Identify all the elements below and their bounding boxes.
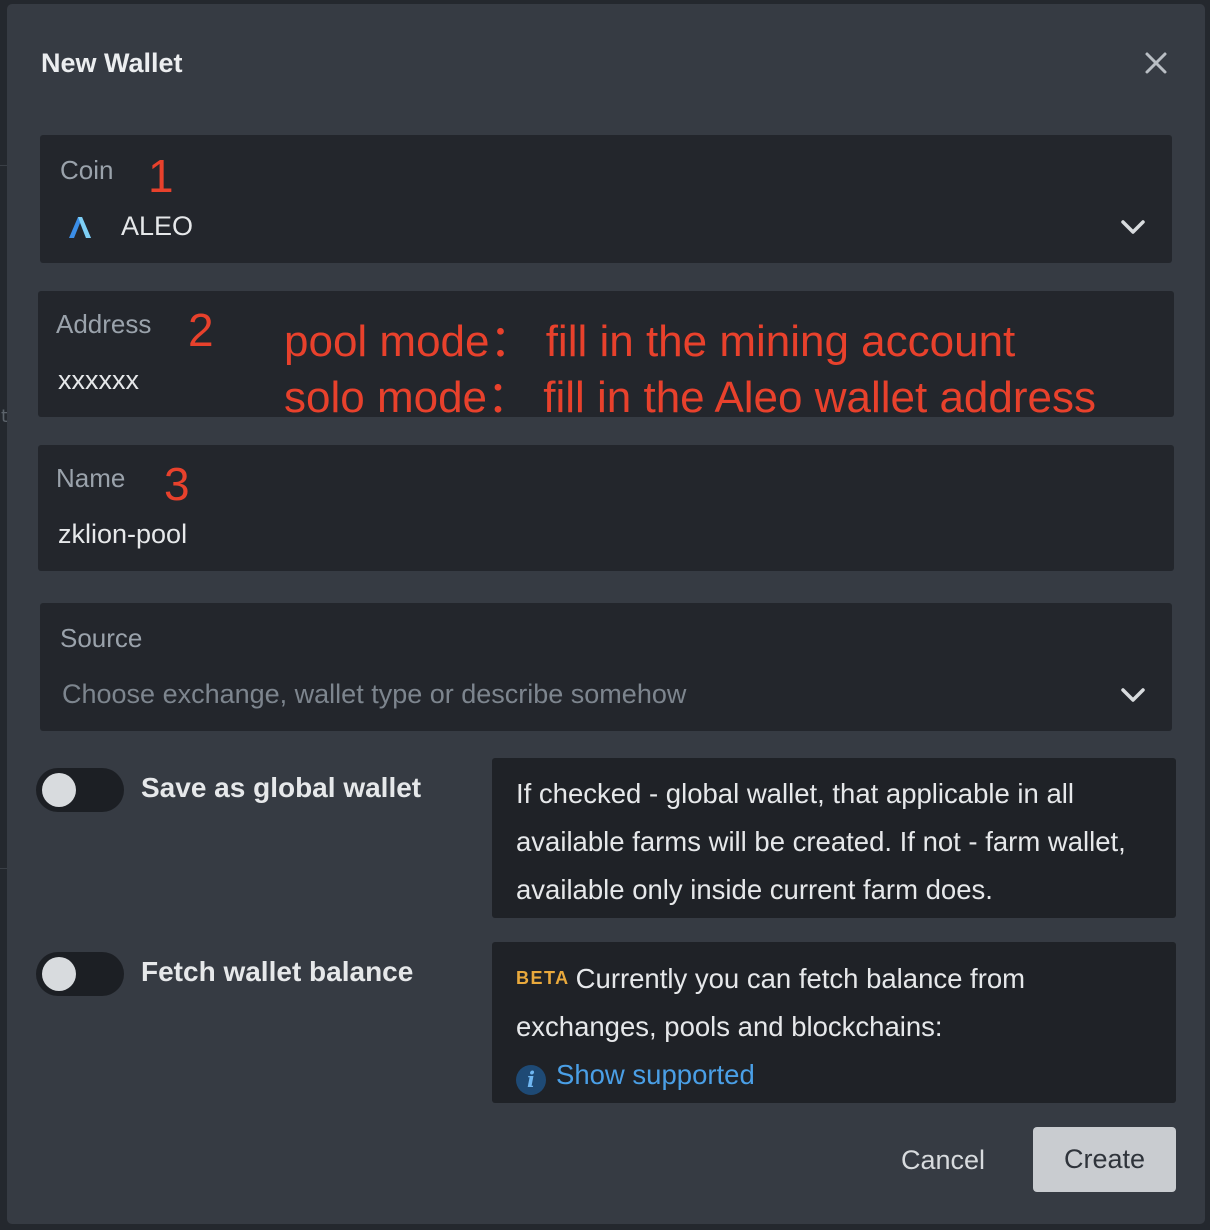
global-wallet-help-text: If checked - global wallet, that applica… [516, 778, 1126, 905]
beta-badge: BETA [516, 968, 570, 988]
coin-value: ALEO [121, 211, 194, 241]
annotation-number-1: 1 [148, 150, 174, 202]
name-value: zklion-pool [58, 519, 188, 549]
source-select[interactable]: Source Choose exchange, wallet type or d… [40, 603, 1172, 731]
fetch-balance-label[interactable]: Fetch wallet balance [141, 956, 413, 988]
name-label: Name [56, 463, 126, 493]
fetch-balance-help: BETA Currently you can fetch balance from… [492, 942, 1176, 1103]
close-button[interactable] [1137, 44, 1175, 82]
cancel-button[interactable]: Cancel [887, 1140, 999, 1180]
address-annotation-solo-mode: solo mode： fill in the Aleo wallet addre… [284, 373, 1096, 422]
global-wallet-label[interactable]: Save as global wallet [141, 772, 421, 804]
dialog-title: New Wallet [41, 48, 183, 78]
aleo-logo-icon [69, 217, 91, 238]
show-supported-label: Show supported [556, 1059, 755, 1090]
source-label: Source [60, 623, 143, 653]
global-wallet-help: If checked - global wallet, that applica… [492, 758, 1176, 918]
coin-label: Coin [60, 155, 114, 185]
address-annotation-pool-mode: pool mode： fill in the mining account [284, 317, 1016, 366]
toggle-knob [42, 773, 76, 807]
info-icon: i [516, 1065, 546, 1095]
source-placeholder: Choose exchange, wallet type or describe… [62, 679, 687, 709]
coin-select[interactable]: Coin 1 ALEO [40, 135, 1172, 263]
global-wallet-toggle[interactable] [36, 768, 124, 812]
chevron-down-icon [1121, 688, 1145, 702]
fetch-balance-toggle[interactable] [36, 952, 124, 996]
name-field[interactable]: Name 3 zklion-pool [38, 445, 1174, 571]
address-field[interactable]: Address 2 xxxxxx pool mode： fill in the … [38, 291, 1174, 422]
chevron-down-icon [1121, 220, 1145, 234]
address-value: xxxxxx [58, 365, 139, 395]
create-button[interactable]: Create [1033, 1127, 1176, 1192]
new-wallet-dialog: New Wallet Coin 1 ALEO Address 2 xxxxxx … [7, 4, 1205, 1224]
close-icon [1145, 52, 1167, 74]
address-label: Address [56, 309, 152, 339]
annotation-number-2: 2 [188, 304, 214, 356]
toggle-knob [42, 957, 76, 991]
show-supported-link[interactable]: i Show supported [516, 1059, 755, 1095]
fetch-balance-help-text: Currently you can fetch balance from exc… [516, 963, 1026, 1042]
annotation-number-3: 3 [164, 458, 190, 510]
